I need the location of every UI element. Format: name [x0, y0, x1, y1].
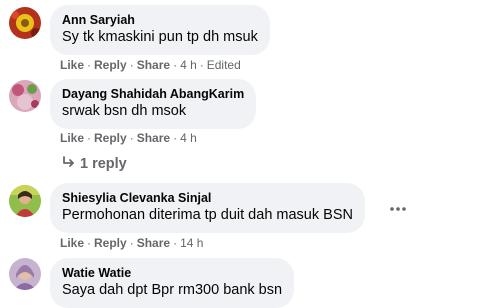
like-button[interactable]: Like [60, 58, 84, 72]
separator: · [87, 58, 92, 72]
separator: · [87, 236, 92, 250]
avatar[interactable] [9, 185, 41, 217]
separator: · [87, 131, 92, 145]
comment-text: Sy tk kmaskini pun tp dh msuk [62, 29, 258, 45]
separator: · [173, 236, 178, 250]
separator: · [129, 131, 134, 145]
comment-bubble: Watie Watie Saya dah dpt Bpr rm300 bank … [50, 258, 295, 308]
comment-author[interactable]: Ann Saryiah [62, 12, 258, 28]
comment-text: Permohonan diterima tp duit dah masuk BS… [62, 207, 353, 223]
more-options-icon[interactable] [388, 199, 408, 219]
comment-text: srwak bsn dh msok [62, 103, 187, 119]
like-button[interactable]: Like [60, 131, 84, 145]
comment-author[interactable]: Watie Watie [62, 265, 282, 281]
like-button[interactable]: Like [60, 236, 84, 250]
reply-button[interactable]: Reply [94, 236, 127, 250]
avatar[interactable] [9, 258, 41, 290]
separator: · [129, 58, 134, 72]
share-button[interactable]: Share [137, 236, 170, 250]
comment-timestamp[interactable]: 4 h [180, 58, 197, 72]
edited-label: Edited [206, 58, 241, 72]
comment-bubble: Shiesylia Clevanka Sinjal Permohonan dit… [50, 183, 365, 233]
comment-actions: Like · Reply · Share · 14 h [60, 235, 203, 251]
comment-bubble: Ann Saryiah Sy tk kmaskini pun tp dh msu… [50, 5, 270, 55]
comment-text: Saya dah dpt Bpr rm300 bank bsn [62, 282, 283, 298]
reply-button[interactable]: Reply [94, 131, 127, 145]
share-button[interactable]: Share [137, 58, 170, 72]
comment-author[interactable]: Shiesylia Clevanka Sinjal [62, 190, 353, 206]
separator: · [199, 58, 204, 72]
reply-arrow-icon [62, 155, 76, 169]
comment-timestamp[interactable]: 14 h [180, 236, 203, 250]
view-replies-link[interactable]: 1 reply [62, 154, 127, 174]
separator: · [173, 58, 178, 72]
separator: · [173, 131, 178, 145]
comment-bubble: Dayang Shahidah AbangKarim srwak bsn dh … [50, 79, 257, 129]
comment-actions: Like · Reply · Share · 4 h [60, 130, 197, 146]
comment-author[interactable]: Dayang Shahidah AbangKarim [62, 86, 244, 102]
avatar[interactable] [9, 7, 41, 39]
replies-count: 1 reply [80, 156, 127, 172]
separator: · [129, 236, 134, 250]
reply-button[interactable]: Reply [94, 58, 127, 72]
avatar[interactable] [9, 80, 41, 112]
comment-actions: Like · Reply · Share · 4 h · Edited [60, 57, 241, 73]
comment-timestamp[interactable]: 4 h [180, 131, 197, 145]
share-button[interactable]: Share [137, 131, 170, 145]
